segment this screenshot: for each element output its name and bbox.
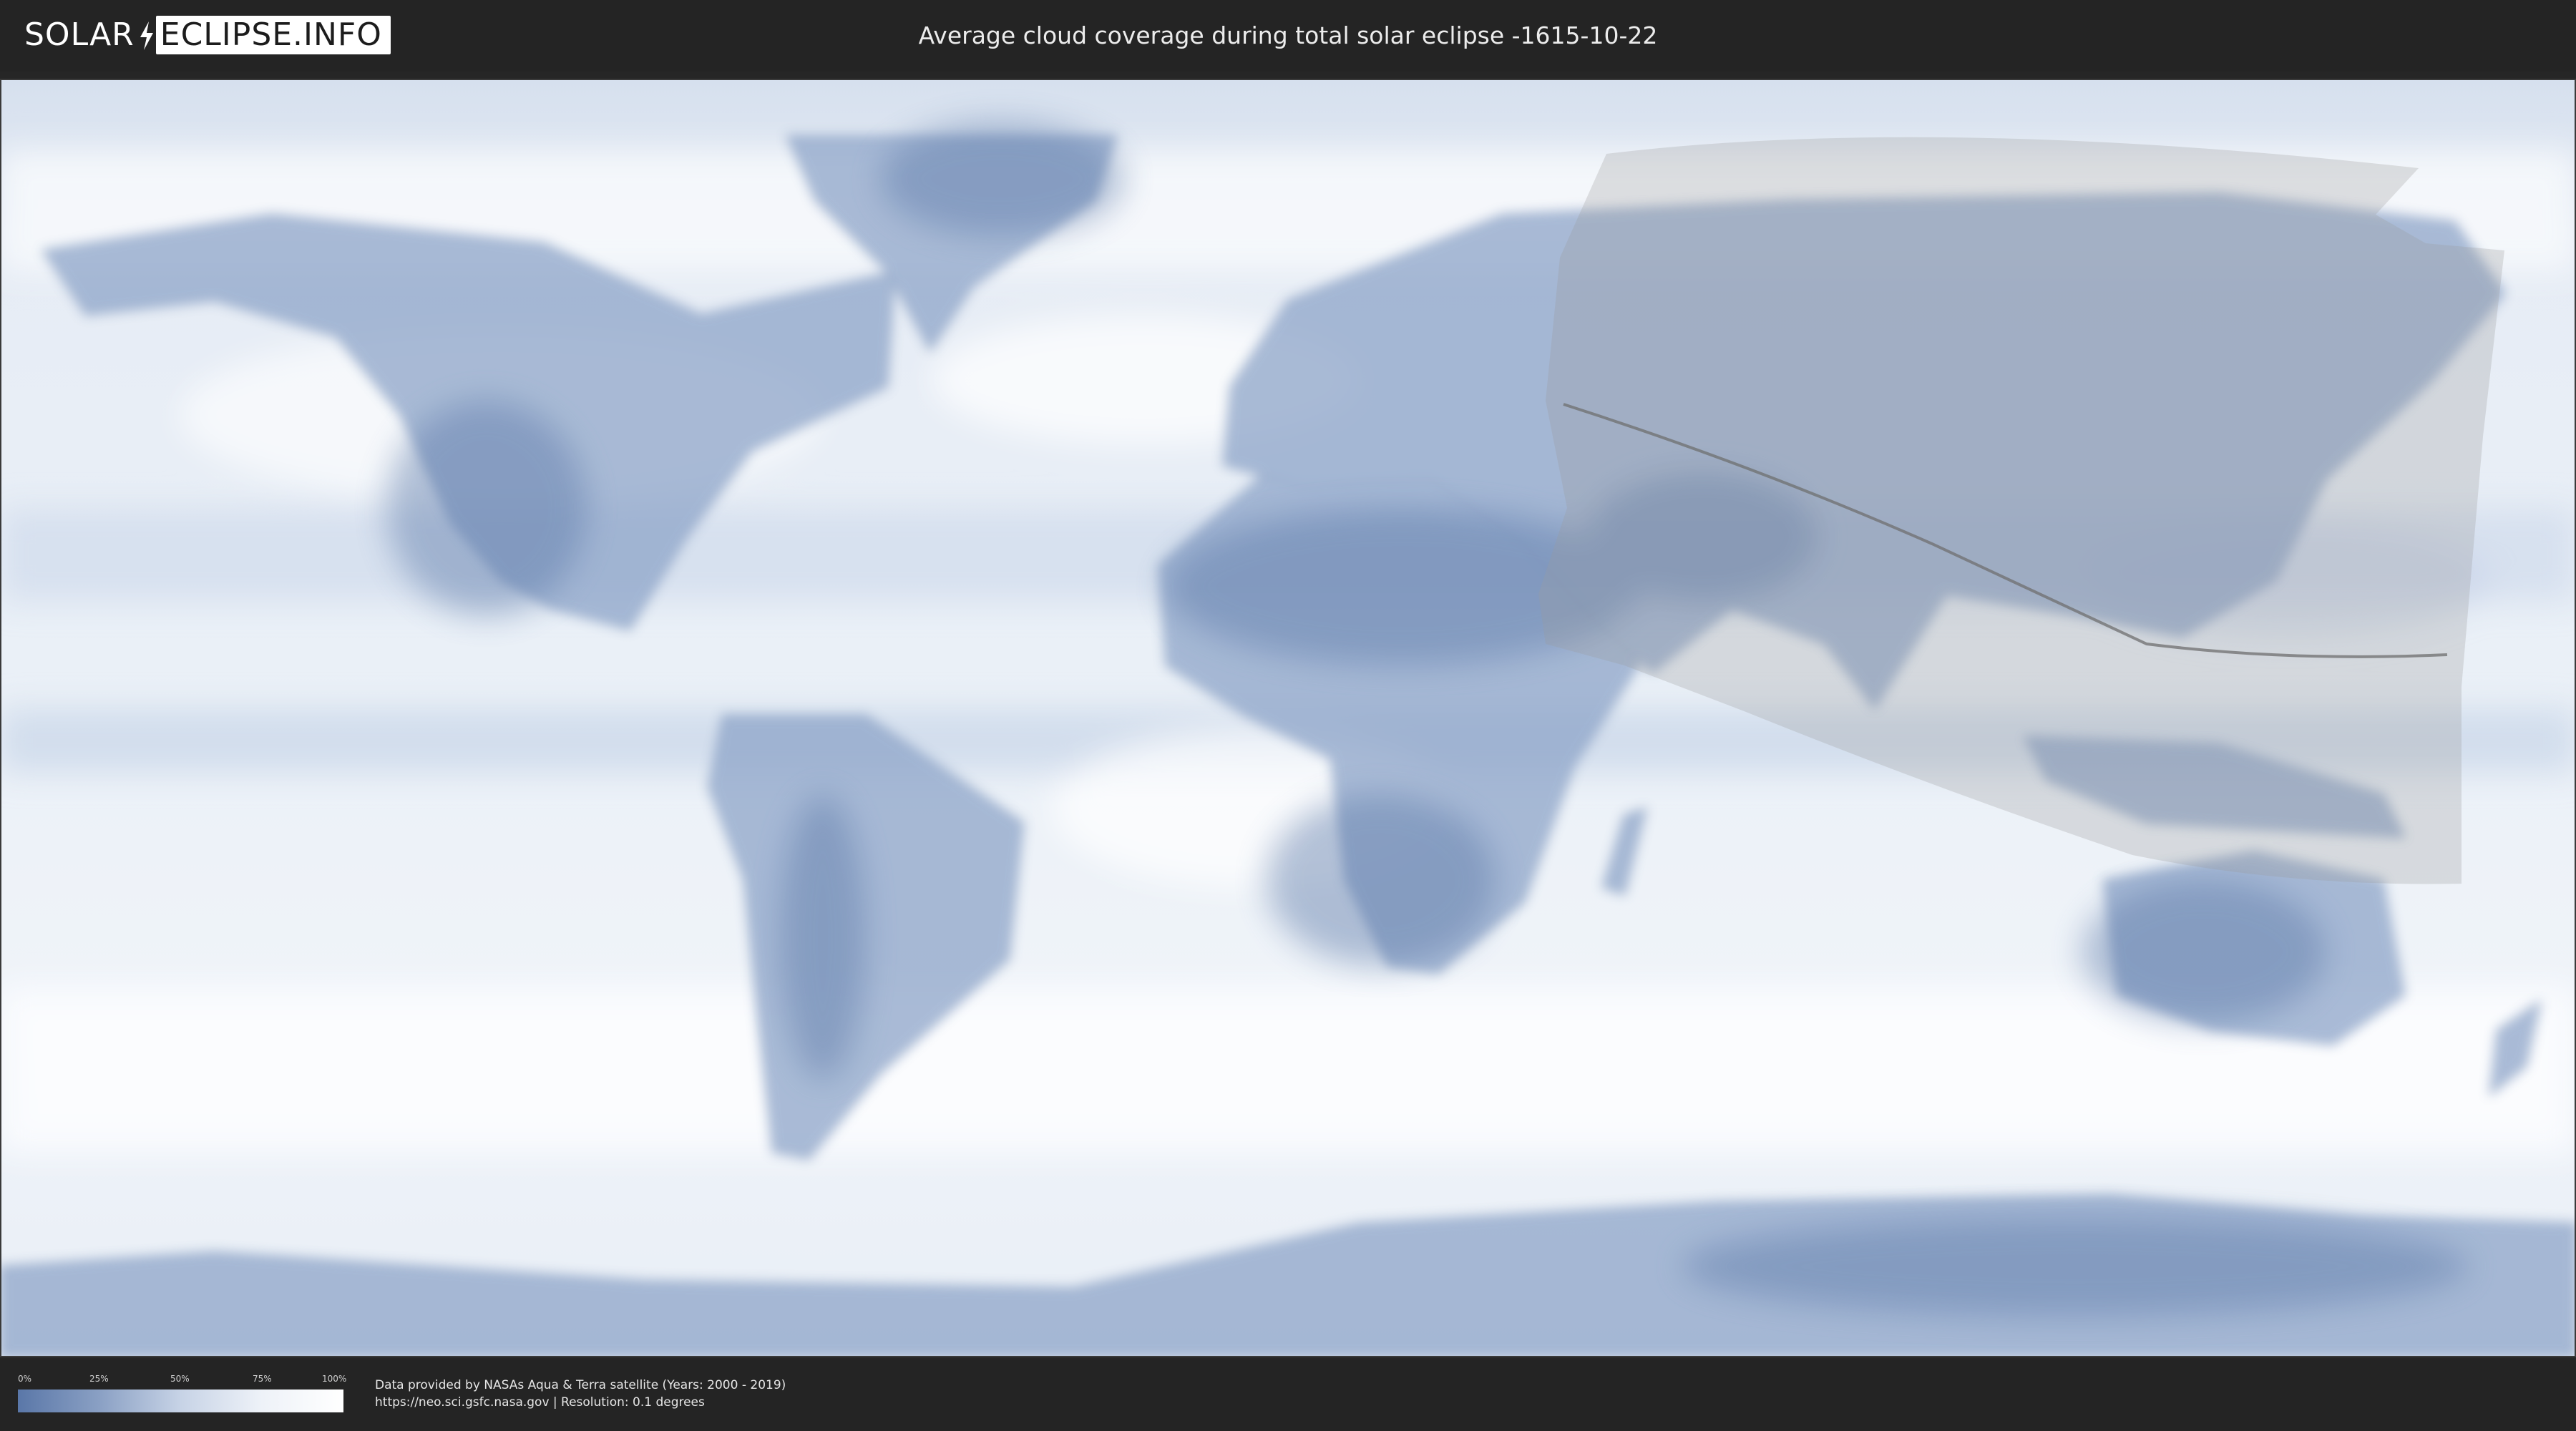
legend-ticks: 0% 25% 50% 75% 100% (18, 1374, 347, 1390)
legend-color-bar (18, 1390, 343, 1412)
cloud-coverage-legend: 0% 25% 50% 75% 100% (18, 1374, 347, 1412)
credits-line-url: https://neo.sci.gsfc.nasa.gov | Resoluti… (375, 1395, 705, 1410)
legend-tick-50: 50% (170, 1374, 190, 1384)
data-credits: Data provided by NASAs Aqua & Terra sate… (375, 1377, 786, 1411)
header-bar: SOLAR ECLIPSE.INFO Average cloud coverag… (0, 0, 2576, 72)
page-title: Average cloud coverage during total sola… (918, 21, 1658, 49)
legend-tick-100: 100% (322, 1374, 347, 1384)
cloud-coverage-map[interactable] (0, 79, 2576, 1357)
legend-tick-0: 0% (18, 1374, 32, 1384)
credits-line-source: Data provided by NASAs Aqua & Terra sate… (375, 1378, 786, 1392)
legend-tick-75: 75% (253, 1374, 272, 1384)
legend-tick-25: 25% (89, 1374, 109, 1384)
